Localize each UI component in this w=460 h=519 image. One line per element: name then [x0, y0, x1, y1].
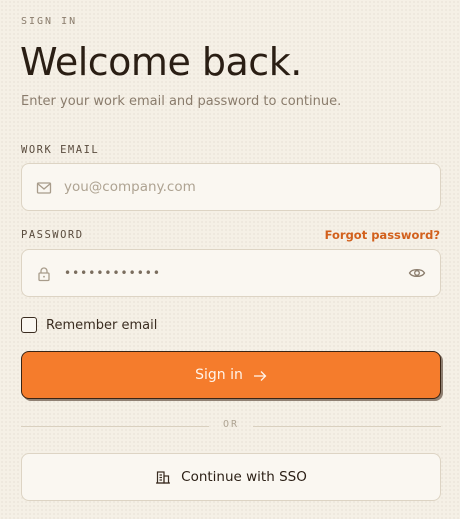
sso-button[interactable]: Continue with SSO [21, 453, 441, 501]
email-field[interactable] [21, 163, 441, 211]
remember-email-label: Remember email [46, 317, 158, 333]
mail-icon [36, 180, 52, 196]
sign-in-label: Sign in [195, 367, 243, 383]
sign-in-button[interactable]: Sign in [21, 351, 441, 399]
email-input[interactable] [64, 164, 404, 210]
page-subtitle: Enter your work email and password to co… [21, 94, 342, 109]
divider-line-right [253, 426, 441, 427]
lock-icon [36, 266, 52, 282]
divider-label: OR [222, 419, 240, 430]
sign-in-eyebrow: SIGN IN [21, 16, 78, 27]
remember-email-checkbox[interactable] [21, 317, 37, 333]
page-title: Welcome back. [20, 40, 302, 84]
email-label: WORK EMAIL [21, 144, 100, 156]
password-label: PASSWORD [21, 229, 84, 241]
password-input[interactable] [64, 250, 404, 296]
eye-icon[interactable] [408, 265, 426, 281]
remember-email-option[interactable]: Remember email [21, 317, 157, 333]
arrow-right-icon [253, 368, 267, 382]
forgot-password-link[interactable]: Forgot password? [325, 228, 440, 242]
or-divider: OR [21, 419, 441, 433]
sso-label: Continue with SSO [181, 469, 307, 485]
building-icon [155, 469, 171, 485]
password-field[interactable] [21, 249, 441, 297]
